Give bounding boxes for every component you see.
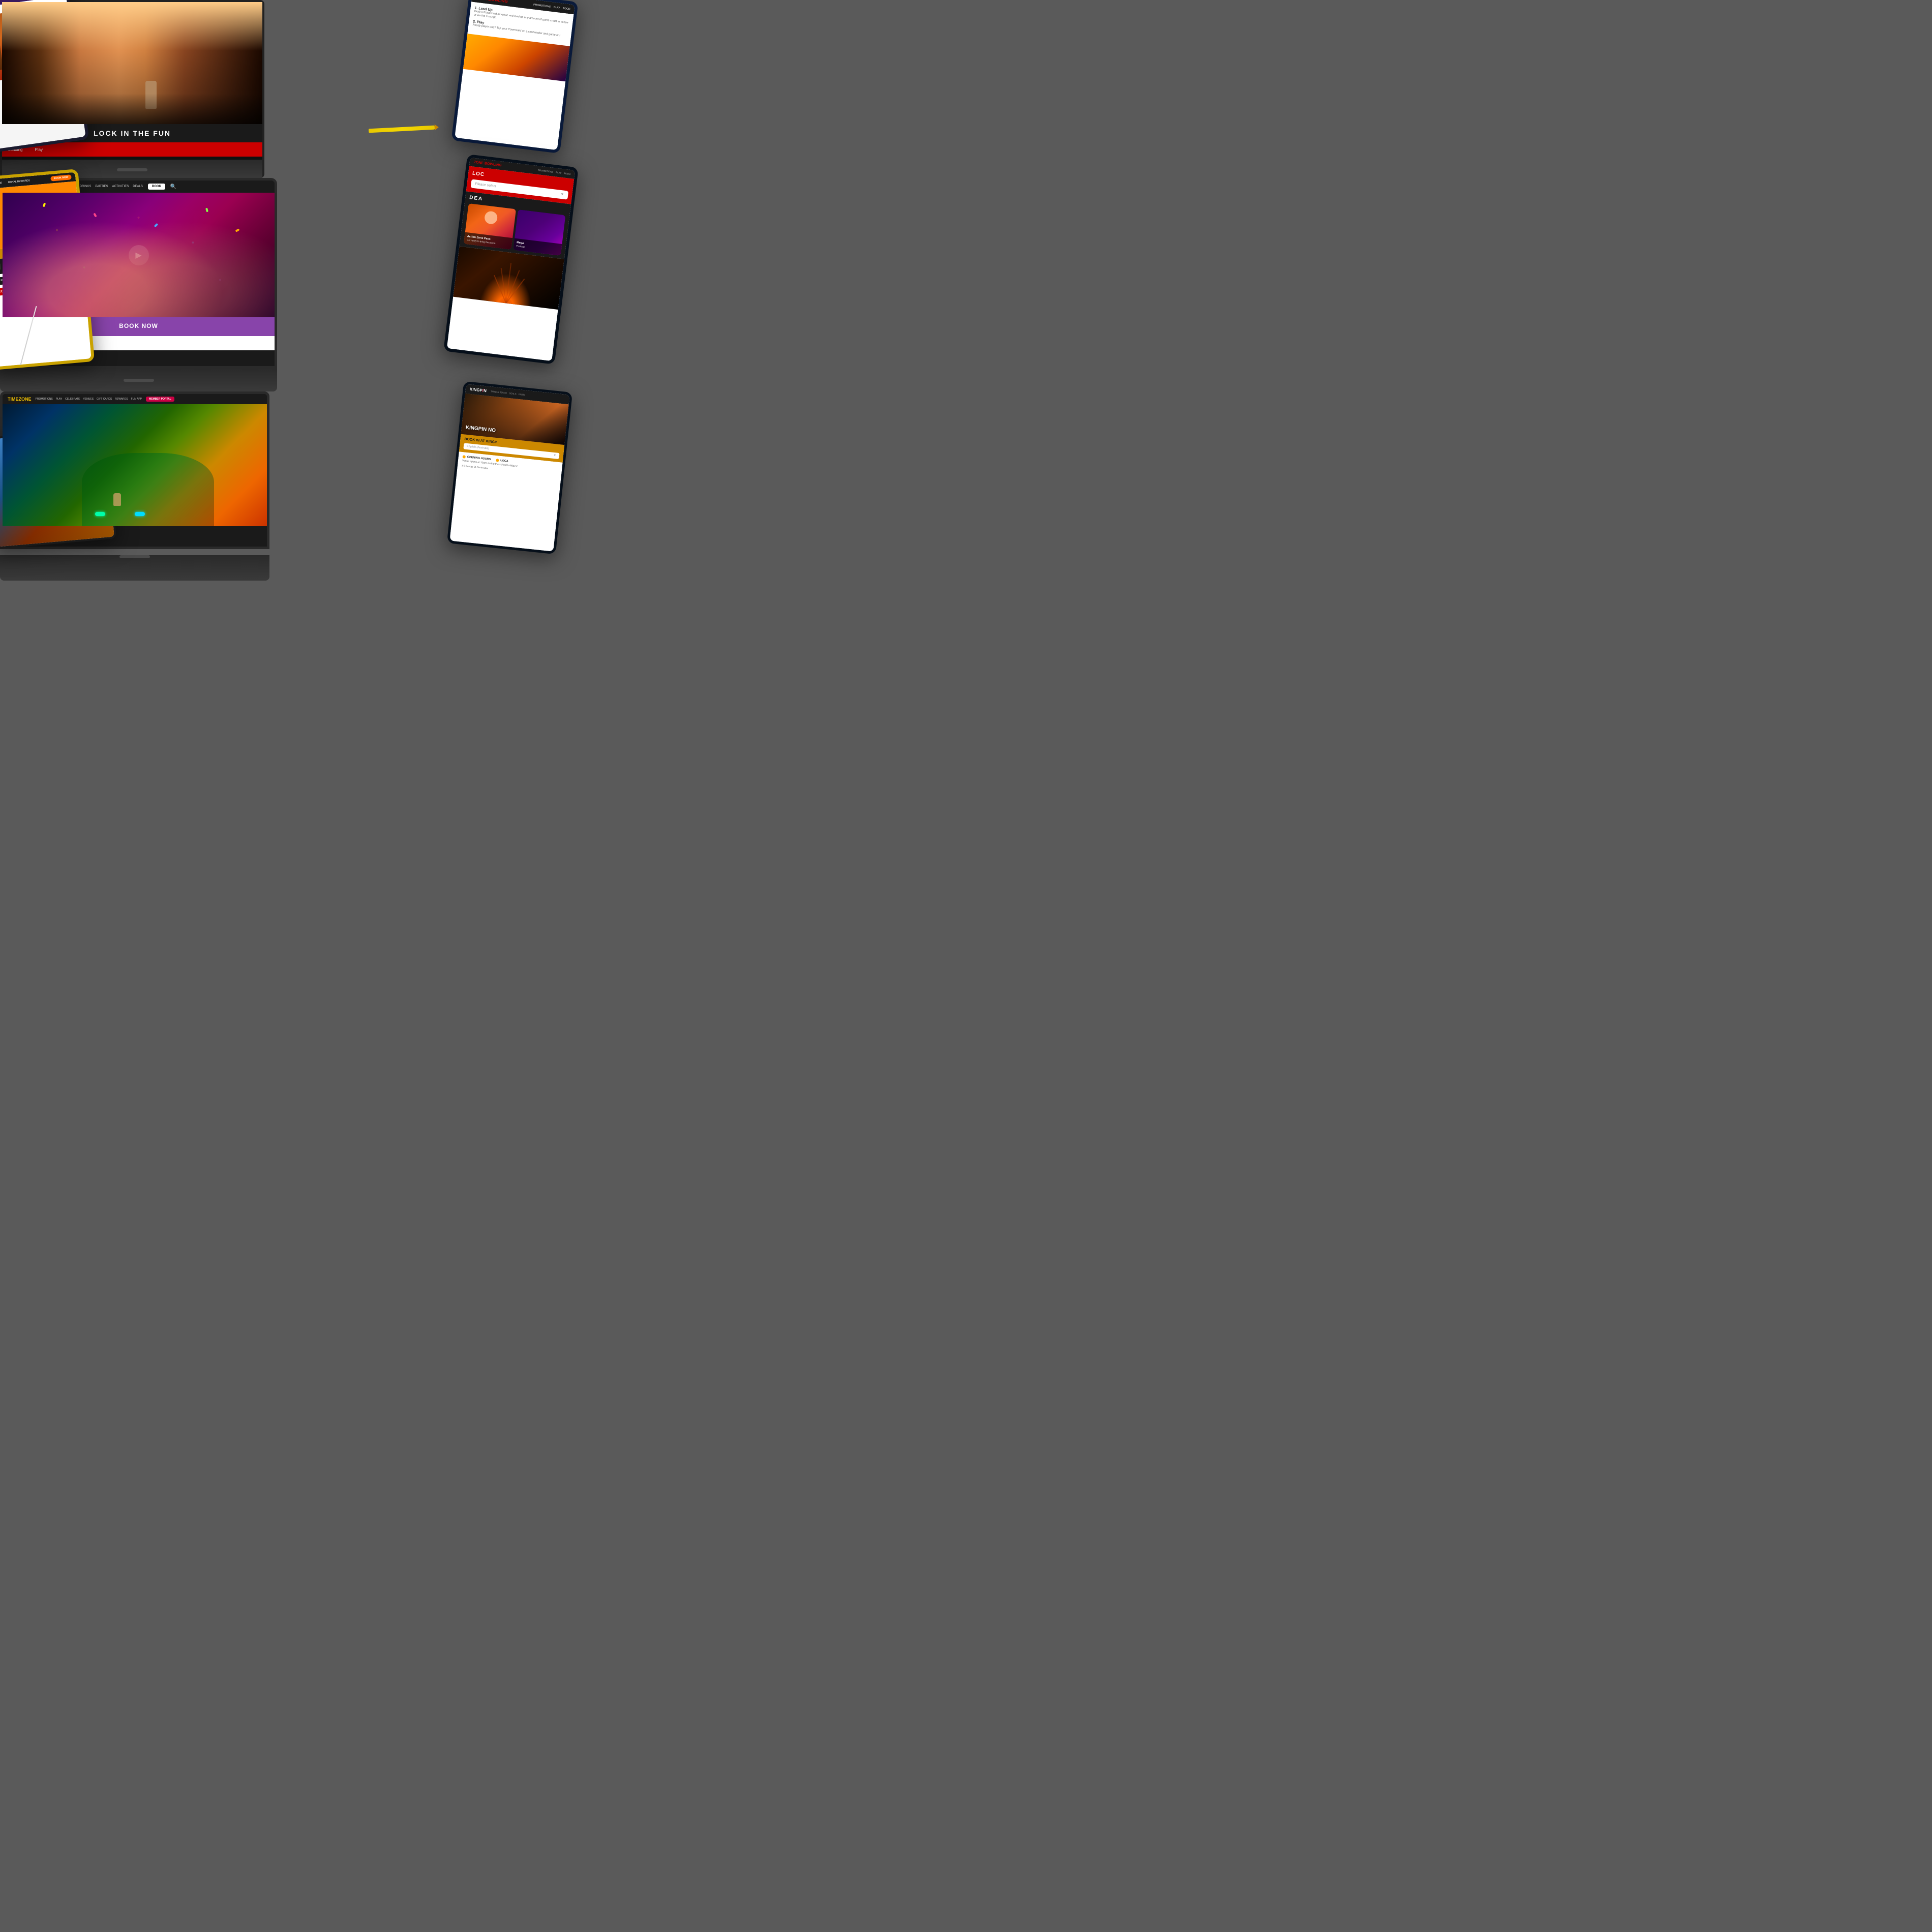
- tc-bowling-image: [2, 2, 262, 124]
- device-bot-center: TIMEZONE PROMOTIONS PLAY CELEBRATE VENUE…: [0, 391, 269, 575]
- center-laptop-base: [0, 369, 277, 391]
- bc-nav: TIMEZONE PROMOTIONS PLAY CELEBRATE VENUE…: [3, 394, 267, 404]
- rm-select-chevron-icon: ▼: [560, 193, 564, 197]
- device-bot-right: KINGP/N THINGS TO DO DEALS PARTI KINGPIN…: [447, 381, 572, 555]
- bc-nav-play[interactable]: PLAY: [56, 398, 62, 401]
- center-hero: ▶: [3, 193, 275, 317]
- center-book-btn[interactable]: BOOK: [148, 184, 165, 190]
- bc-nav-giftcards[interactable]: GIFT CARDS: [97, 398, 112, 401]
- ml-book-btn[interactable]: BOOK NOW: [51, 174, 72, 182]
- rm-nav-food[interactable]: FOOD: [564, 172, 571, 175]
- tr-screen: ZONE BOWLING PROMOTIONS PLAY FOOD 1. Lea…: [455, 0, 575, 150]
- bc-hero: [3, 404, 267, 526]
- rm-zone-nav: PROMOTIONS PLAY FOOD: [538, 169, 571, 175]
- bc-nav-rewards[interactable]: REWARDS: [115, 398, 128, 401]
- rm-deal-cards: Action Zone Pass Get ready to bring the …: [464, 203, 565, 256]
- br-location-info: LOCA: [496, 459, 508, 463]
- tr-nav-food[interactable]: FOOD: [563, 7, 570, 11]
- br-nav-parti[interactable]: PARTI: [518, 393, 525, 396]
- rm-location-placeholder: Please select: [475, 182, 496, 188]
- center-search-icon[interactable]: 🔍: [170, 184, 176, 190]
- rm-nav-promotions[interactable]: PROMOTIONS: [538, 169, 554, 173]
- center-nav-activities[interactable]: ACTIVITIES: [112, 185, 129, 188]
- br-location-chevron-icon: ▼: [553, 454, 556, 458]
- br-hours-dot: [462, 455, 466, 459]
- br-nav-deals[interactable]: DEALS: [509, 392, 517, 396]
- bc-nav-celebrate[interactable]: CELEBRATE: [65, 398, 80, 401]
- bc-base: [0, 555, 269, 581]
- br-screen: KINGP/N THINGS TO DO DEALS PARTI KINGPIN…: [449, 384, 569, 552]
- rm-deal-card-2[interactable]: Mega Package: [513, 209, 565, 256]
- bc-nav-venues[interactable]: VENUES: [83, 398, 94, 401]
- ml-book-box: [0, 263, 1, 271]
- br-logo: KINGP/N: [469, 387, 487, 393]
- bc-nav-items: PROMOTIONS PLAY CELEBRATE VENUES GIFT CA…: [36, 398, 142, 401]
- device-top-right: ZONE BOWLING PROMOTIONS PLAY FOOD 1. Lea…: [451, 0, 579, 154]
- center-nav-deals[interactable]: DEALS: [133, 185, 143, 188]
- br-nav-things[interactable]: THINGS TO DO: [491, 390, 507, 394]
- bc-nav-promotions[interactable]: PROMOTIONS: [36, 398, 53, 401]
- center-nav-parties[interactable]: PARTIES: [95, 185, 108, 188]
- br-location-placeholder: English (Australia): [467, 445, 490, 450]
- yellow-pencil: [369, 126, 435, 133]
- bc-nav-funapp[interactable]: FUN APP: [131, 398, 142, 401]
- tr-nav-promotions[interactable]: PROMOTIONS: [533, 3, 551, 8]
- bc-laptop-notch: [119, 555, 150, 558]
- device-right-mid: ZONE BOWLING PROMOTIONS PLAY FOOD LOC Pl…: [443, 154, 579, 365]
- ml-nav-rewards[interactable]: ROYAL REWARDS: [6, 178, 33, 185]
- bc-member-btn[interactable]: MEMBER PORTAL: [146, 397, 174, 402]
- tr-zone-nav: PROMOTIONS PLAY FOOD: [533, 3, 570, 11]
- center-laptop-notch: [124, 379, 154, 382]
- br-nav-items: THINGS TO DO DEALS PARTI: [491, 390, 525, 396]
- rm-screen: ZONE BOWLING PROMOTIONS PLAY FOOD LOC Pl…: [447, 158, 576, 361]
- rm-zone-logo: ZONE BOWLING: [473, 161, 502, 168]
- br-loc-dot: [496, 459, 499, 462]
- br-loc-info-title: LOCA: [500, 459, 508, 463]
- ml-nav-wine[interactable]: WINE & DINE: [0, 180, 4, 187]
- tc-bowling-overlay: [2, 94, 262, 124]
- tc-laptop-notch: [117, 168, 147, 171]
- bc-logo: TIMEZONE: [8, 397, 32, 402]
- device-top-center: LOCK IN THE FUN Loading Play: [0, 0, 264, 178]
- bc-screen: TIMEZONE PROMOTIONS PLAY CELEBRATE VENUE…: [0, 391, 269, 549]
- rm-nav-play[interactable]: PLAY: [556, 171, 562, 174]
- tr-nav-play[interactable]: PLAY: [554, 6, 560, 9]
- rm-deal-card-1[interactable]: Action Zone Pass Get ready to bring the …: [464, 203, 516, 250]
